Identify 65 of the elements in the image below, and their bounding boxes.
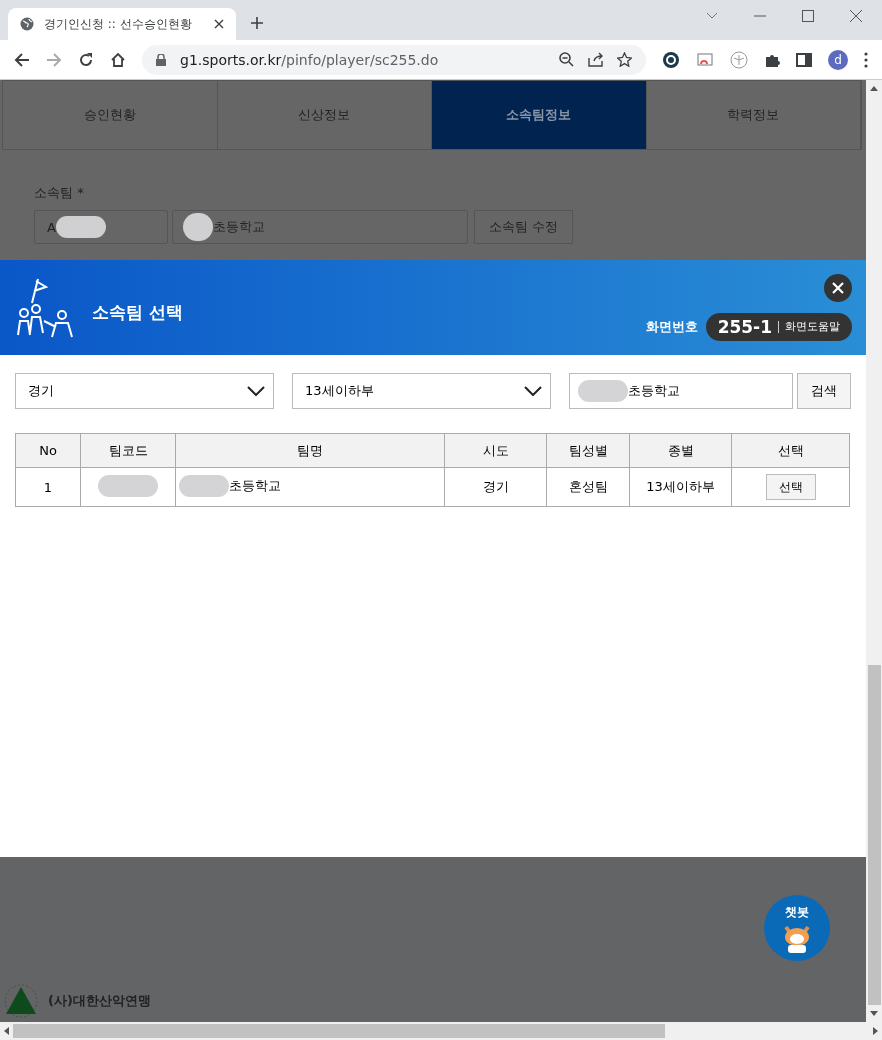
column-header: 시도 (444, 433, 547, 468)
close-icon[interactable] (824, 274, 852, 302)
search-button[interactable]: 검색 (797, 373, 851, 409)
new-tab-icon[interactable] (250, 16, 264, 30)
search-field[interactable]: 초등학교 (569, 373, 793, 409)
page-tab[interactable]: 학력정보 (646, 81, 861, 149)
division-select[interactable]: 13세이하부 (292, 373, 551, 409)
team-code-field[interactable]: A (34, 210, 168, 244)
address-bar[interactable]: g1.sports.or.kr/pinfo/player/sc255.do (142, 44, 646, 75)
star-icon[interactable] (617, 52, 632, 67)
table-cell: 경기 (444, 467, 547, 507)
close-icon[interactable] (214, 19, 224, 29)
table-cell: 1 (15, 467, 81, 507)
zoom-icon[interactable] (559, 52, 574, 67)
cast-icon[interactable] (696, 51, 714, 68)
column-header: 팀성별 (546, 433, 630, 468)
reload-icon[interactable] (78, 51, 94, 68)
redaction-mark (179, 474, 229, 497)
scroll-down-icon[interactable] (870, 1011, 878, 1016)
scroll-right-icon[interactable] (873, 1027, 878, 1035)
select-button[interactable]: 선택 (765, 474, 816, 500)
region-select[interactable]: 경기 (15, 373, 274, 409)
redaction-mark (183, 213, 213, 241)
home-icon[interactable] (110, 51, 126, 68)
globe-icon (20, 17, 34, 31)
menu-icon[interactable] (864, 51, 868, 68)
redaction-mark (55, 216, 106, 238)
chevron-down-icon (524, 386, 542, 396)
column-header: No (15, 433, 81, 468)
column-header: 팀명 (175, 433, 445, 468)
vertical-scrollbar[interactable] (866, 80, 882, 1022)
chatbot-button[interactable]: 챗봇 (764, 895, 830, 961)
chevron-down-icon (247, 386, 265, 396)
browser-tab[interactable]: 경기인신청 :: 선수승인현황 (8, 8, 236, 40)
redaction-mark (98, 474, 158, 497)
screen-number-label: 화면번호 (645, 317, 698, 336)
page-tab[interactable]: 승인현황 (3, 81, 218, 149)
column-header: 팀코드 (80, 433, 176, 468)
organization-name: (사)대한산악연맹 (48, 992, 151, 1010)
redaction-mark (578, 380, 628, 402)
column-header: 종별 (629, 433, 732, 468)
lock-icon (156, 53, 166, 66)
column-header: 선택 (731, 433, 850, 468)
table-cell: 13세이하부 (629, 467, 732, 507)
table-cell: 혼성팀 (546, 467, 630, 507)
maximize-icon[interactable] (802, 10, 814, 22)
chevron-down-icon[interactable] (706, 12, 718, 20)
field-label: 소속팀 * (34, 184, 85, 202)
horizontal-scrollbar[interactable] (0, 1022, 882, 1040)
modal-title: 소속팀 선택 (92, 301, 183, 324)
logo-icon (2, 984, 40, 1018)
screen-help-pill[interactable]: 255-1 화면도움말 (705, 312, 852, 341)
tab-title: 경기인신청 :: 선수승인현황 (44, 15, 193, 33)
page-tab[interactable]: 소속팀정보 (432, 81, 647, 149)
scroll-up-icon[interactable] (870, 86, 878, 91)
close-icon[interactable] (850, 10, 862, 22)
back-icon[interactable] (14, 51, 30, 68)
team-name-field[interactable]: 초등학교 (172, 210, 468, 244)
scroll-left-icon[interactable] (4, 1027, 9, 1035)
share-icon[interactable] (588, 52, 603, 67)
edit-team-button[interactable]: 소속팀 수정 (474, 210, 574, 244)
table-cell: 초등학교 (177, 474, 281, 497)
url-text: g1.sports.or.kr/pinfo/player/sc255.do (180, 51, 439, 68)
sidebar-icon[interactable] (796, 51, 812, 68)
profile-avatar[interactable]: d (828, 49, 848, 70)
